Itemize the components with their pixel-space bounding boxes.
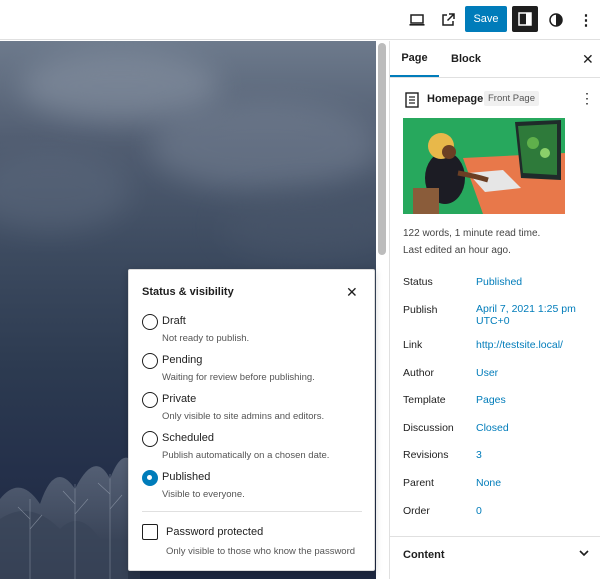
tab-page[interactable]: Page: [390, 41, 439, 77]
author-label: Author: [403, 367, 434, 379]
options-more-icon[interactable]: ⋮: [573, 7, 599, 33]
featured-image[interactable]: [403, 118, 565, 214]
radio-pending[interactable]: [142, 353, 158, 369]
revisions-label: Revisions: [403, 449, 449, 461]
author-button[interactable]: User: [476, 367, 498, 379]
link-label: Link: [403, 339, 423, 351]
front-page-badge: Front Page: [484, 91, 539, 106]
option-description: Waiting for review before publishing.: [162, 372, 315, 383]
discussion-label: Discussion: [403, 422, 454, 434]
popover-title: Status & visibility: [142, 286, 234, 298]
divider: [390, 536, 600, 537]
option-label: Pending: [162, 354, 203, 366]
close-icon[interactable]: ✕: [346, 284, 358, 301]
radio-draft[interactable]: [142, 314, 158, 330]
divider: [390, 77, 600, 78]
option-description: Visible to everyone.: [162, 489, 245, 500]
password-protected-label[interactable]: Password protected: [166, 526, 263, 538]
template-button[interactable]: Pages: [476, 394, 506, 406]
publish-date-button[interactable]: April 7, 2021 1:25 pm: [476, 303, 576, 315]
option-description: Not ready to publish.: [162, 333, 250, 344]
order-label: Order: [403, 505, 430, 517]
page-options-icon[interactable]: ⋮: [580, 90, 594, 107]
divider: [142, 511, 362, 512]
word-count: 122 words, 1 minute read time.: [403, 228, 541, 239]
top-toolbar: Save ⋮: [0, 0, 600, 40]
option-label: Published: [162, 471, 211, 483]
page-title: Homepage: [427, 93, 484, 105]
publish-label: Publish: [403, 304, 438, 316]
radio-published[interactable]: [142, 470, 158, 486]
status-label: Status: [403, 276, 433, 288]
password-protected-checkbox[interactable]: [142, 524, 158, 540]
revisions-button[interactable]: 3: [476, 449, 482, 461]
discussion-button[interactable]: Closed: [476, 422, 509, 434]
radio-scheduled[interactable]: [142, 431, 158, 447]
parent-label: Parent: [403, 477, 434, 489]
view-page-external-icon[interactable]: [435, 7, 461, 33]
save-button[interactable]: Save: [465, 6, 507, 32]
radio-private[interactable]: [142, 392, 158, 408]
close-icon[interactable]: ✕: [582, 51, 594, 68]
styles-half-circle-icon[interactable]: [543, 7, 569, 33]
permalink-button[interactable]: http://testsite.local/: [476, 339, 563, 351]
page-document-icon: [405, 92, 419, 108]
option-description: Only visible to site admins and editors.: [162, 411, 325, 422]
option-label: Scheduled: [162, 432, 214, 444]
option-description: Publish automatically on a chosen date.: [162, 450, 330, 461]
parent-button[interactable]: None: [476, 477, 501, 489]
content-panel-toggle[interactable]: Content: [403, 549, 445, 561]
tab-block[interactable]: Block: [446, 41, 486, 77]
sidebar-panel-icon: [518, 12, 532, 26]
option-label: Draft: [162, 315, 186, 327]
status-visibility-popover: Status & visibility ✕ Draft Not ready to…: [128, 269, 375, 571]
chevron-down-icon[interactable]: [578, 547, 590, 559]
desktop-preview-icon[interactable]: [404, 7, 430, 33]
last-edited: Last edited an hour ago.: [403, 245, 511, 256]
canvas-scrollbar[interactable]: [378, 43, 386, 255]
option-label: Private: [162, 393, 197, 405]
publish-timezone[interactable]: UTC+0: [476, 315, 510, 327]
settings-sidebar: Page Block ✕ Homepage Front Page ⋮ 122 w…: [389, 41, 600, 579]
template-label: Template: [403, 394, 446, 406]
settings-toggle-button[interactable]: [512, 6, 538, 32]
order-button[interactable]: 0: [476, 505, 482, 517]
password-protected-description: Only visible to those who know the passw…: [166, 546, 356, 557]
status-value-button[interactable]: Published: [476, 276, 522, 288]
